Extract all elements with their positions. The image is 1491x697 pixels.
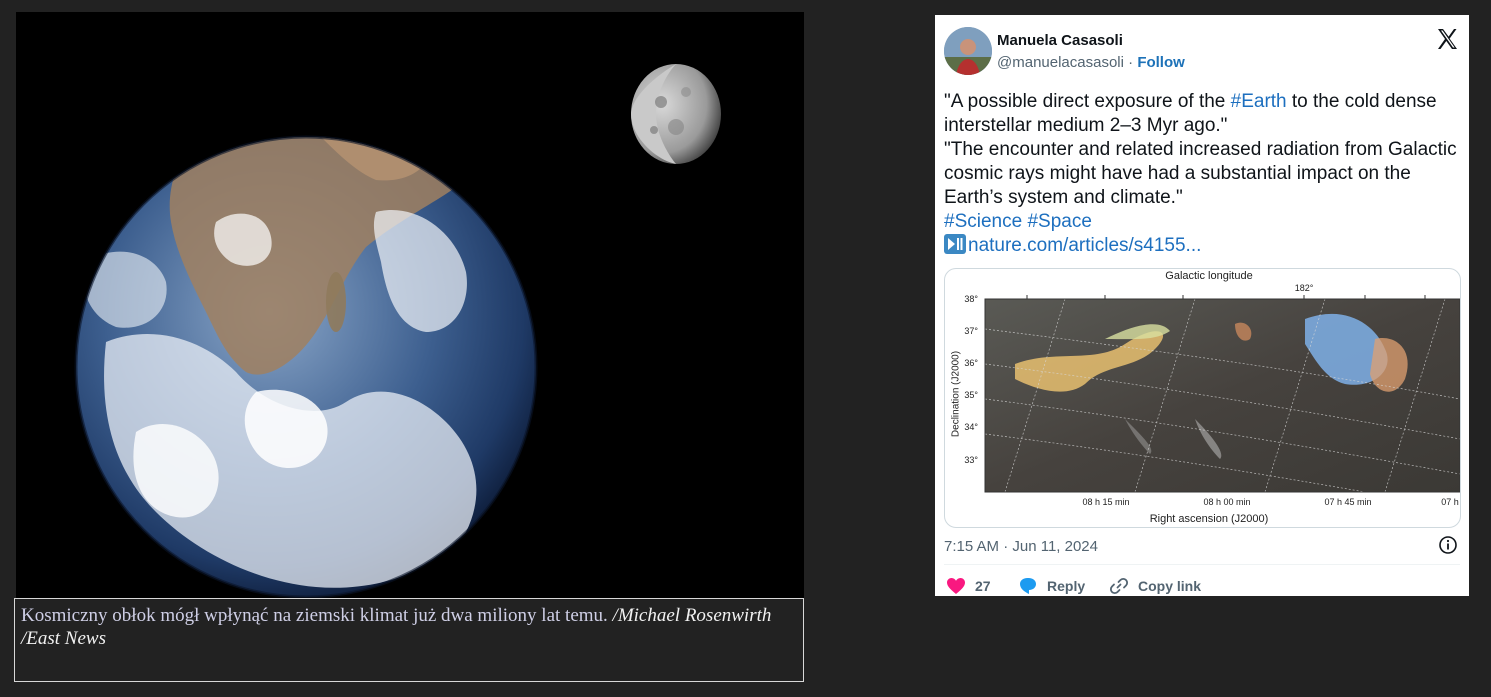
x-ticks: 08 h 15 min 08 h 00 min 07 h 45 min 07 h [1082,497,1458,507]
x-tick-07: 07 h [1441,497,1459,507]
y-tick-36: 36° [964,358,978,368]
link-icon [1109,577,1129,595]
caption-text: Kosmiczny obłok mógł wpłynąć na ziemski … [21,605,613,626]
reply-button[interactable]: Reply [1018,577,1085,595]
tweet-media-figure[interactable]: Galactic longitude 182° Declination (J20… [944,268,1461,528]
follow-button[interactable]: Follow [1137,54,1185,71]
heart-icon [947,578,965,594]
y-ticks: 38° 37° 36° 35° 34° 33° [964,294,978,465]
reply-bubble-icon [1020,578,1036,594]
like-count: 27 [975,578,991,594]
y-tick-35: 35° [964,390,978,400]
x-logo-icon[interactable] [1435,27,1459,51]
author-handle[interactable]: @manuelacasasoli [997,54,1124,71]
tweet-text-1a: "A possible direct exposure of the [944,91,1231,112]
photo-caption: Kosmiczny obłok mógł wpłynąć na ziemski … [14,598,804,682]
y-tick-38: 38° [964,294,978,304]
top-axis-tick: 182° [1295,283,1314,293]
author-handle-row: @manuelacasasoli · Follow [997,54,1185,71]
y-tick-34: 34° [964,422,978,432]
earth-moon-image [74,64,721,598]
reply-label: Reply [1047,578,1086,594]
play-pause-emoji-icon [944,234,966,254]
copy-link-label: Copy link [1138,578,1202,594]
handle-separator: · [1123,54,1138,71]
x-tick-0800: 08 h 00 min [1203,497,1250,507]
x-tick-0745: 07 h 45 min [1324,497,1371,507]
tweet-divider [944,564,1460,565]
top-axis-title: Galactic longitude [1165,270,1252,282]
y-tick-37: 37° [964,326,978,336]
tweet-text-2: "The encounter and related increased rad… [944,139,1457,208]
x-axis-title: Right ascension (J2000) [1150,513,1269,525]
earth-moon-photo [16,12,804,598]
moon [631,64,721,164]
tweet-text: "A possible direct exposure of the #Eart… [944,90,1459,258]
declination-ra-map: Galactic longitude 182° Declination (J20… [950,270,1460,525]
avatar[interactable] [944,27,992,75]
hashtag-earth[interactable]: #Earth [1231,91,1287,112]
y-tick-33: 33° [964,455,978,465]
top-axis-ticks [1026,295,1426,299]
copy-link-button[interactable]: Copy link [1109,577,1201,595]
tweet-timestamp[interactable]: 7:15 AM · Jun 11, 2024 [944,538,1098,555]
hashtag-science[interactable]: #Science [944,211,1022,232]
map-background [985,299,1460,492]
embedded-tweet: Manuela Casasoli @manuelacasasoli · Foll… [935,15,1469,596]
author-name[interactable]: Manuela Casasoli [997,32,1123,49]
hashtag-space[interactable]: #Space [1027,211,1091,232]
info-icon[interactable] [1438,535,1458,555]
earth-globe [74,135,538,598]
x-tick-0815: 08 h 15 min [1082,497,1129,507]
article-link[interactable]: nature.com/articles/s4155... [968,235,1201,256]
like-button[interactable]: 27 [946,577,991,595]
y-axis-title: Declination (J2000) [950,351,961,437]
